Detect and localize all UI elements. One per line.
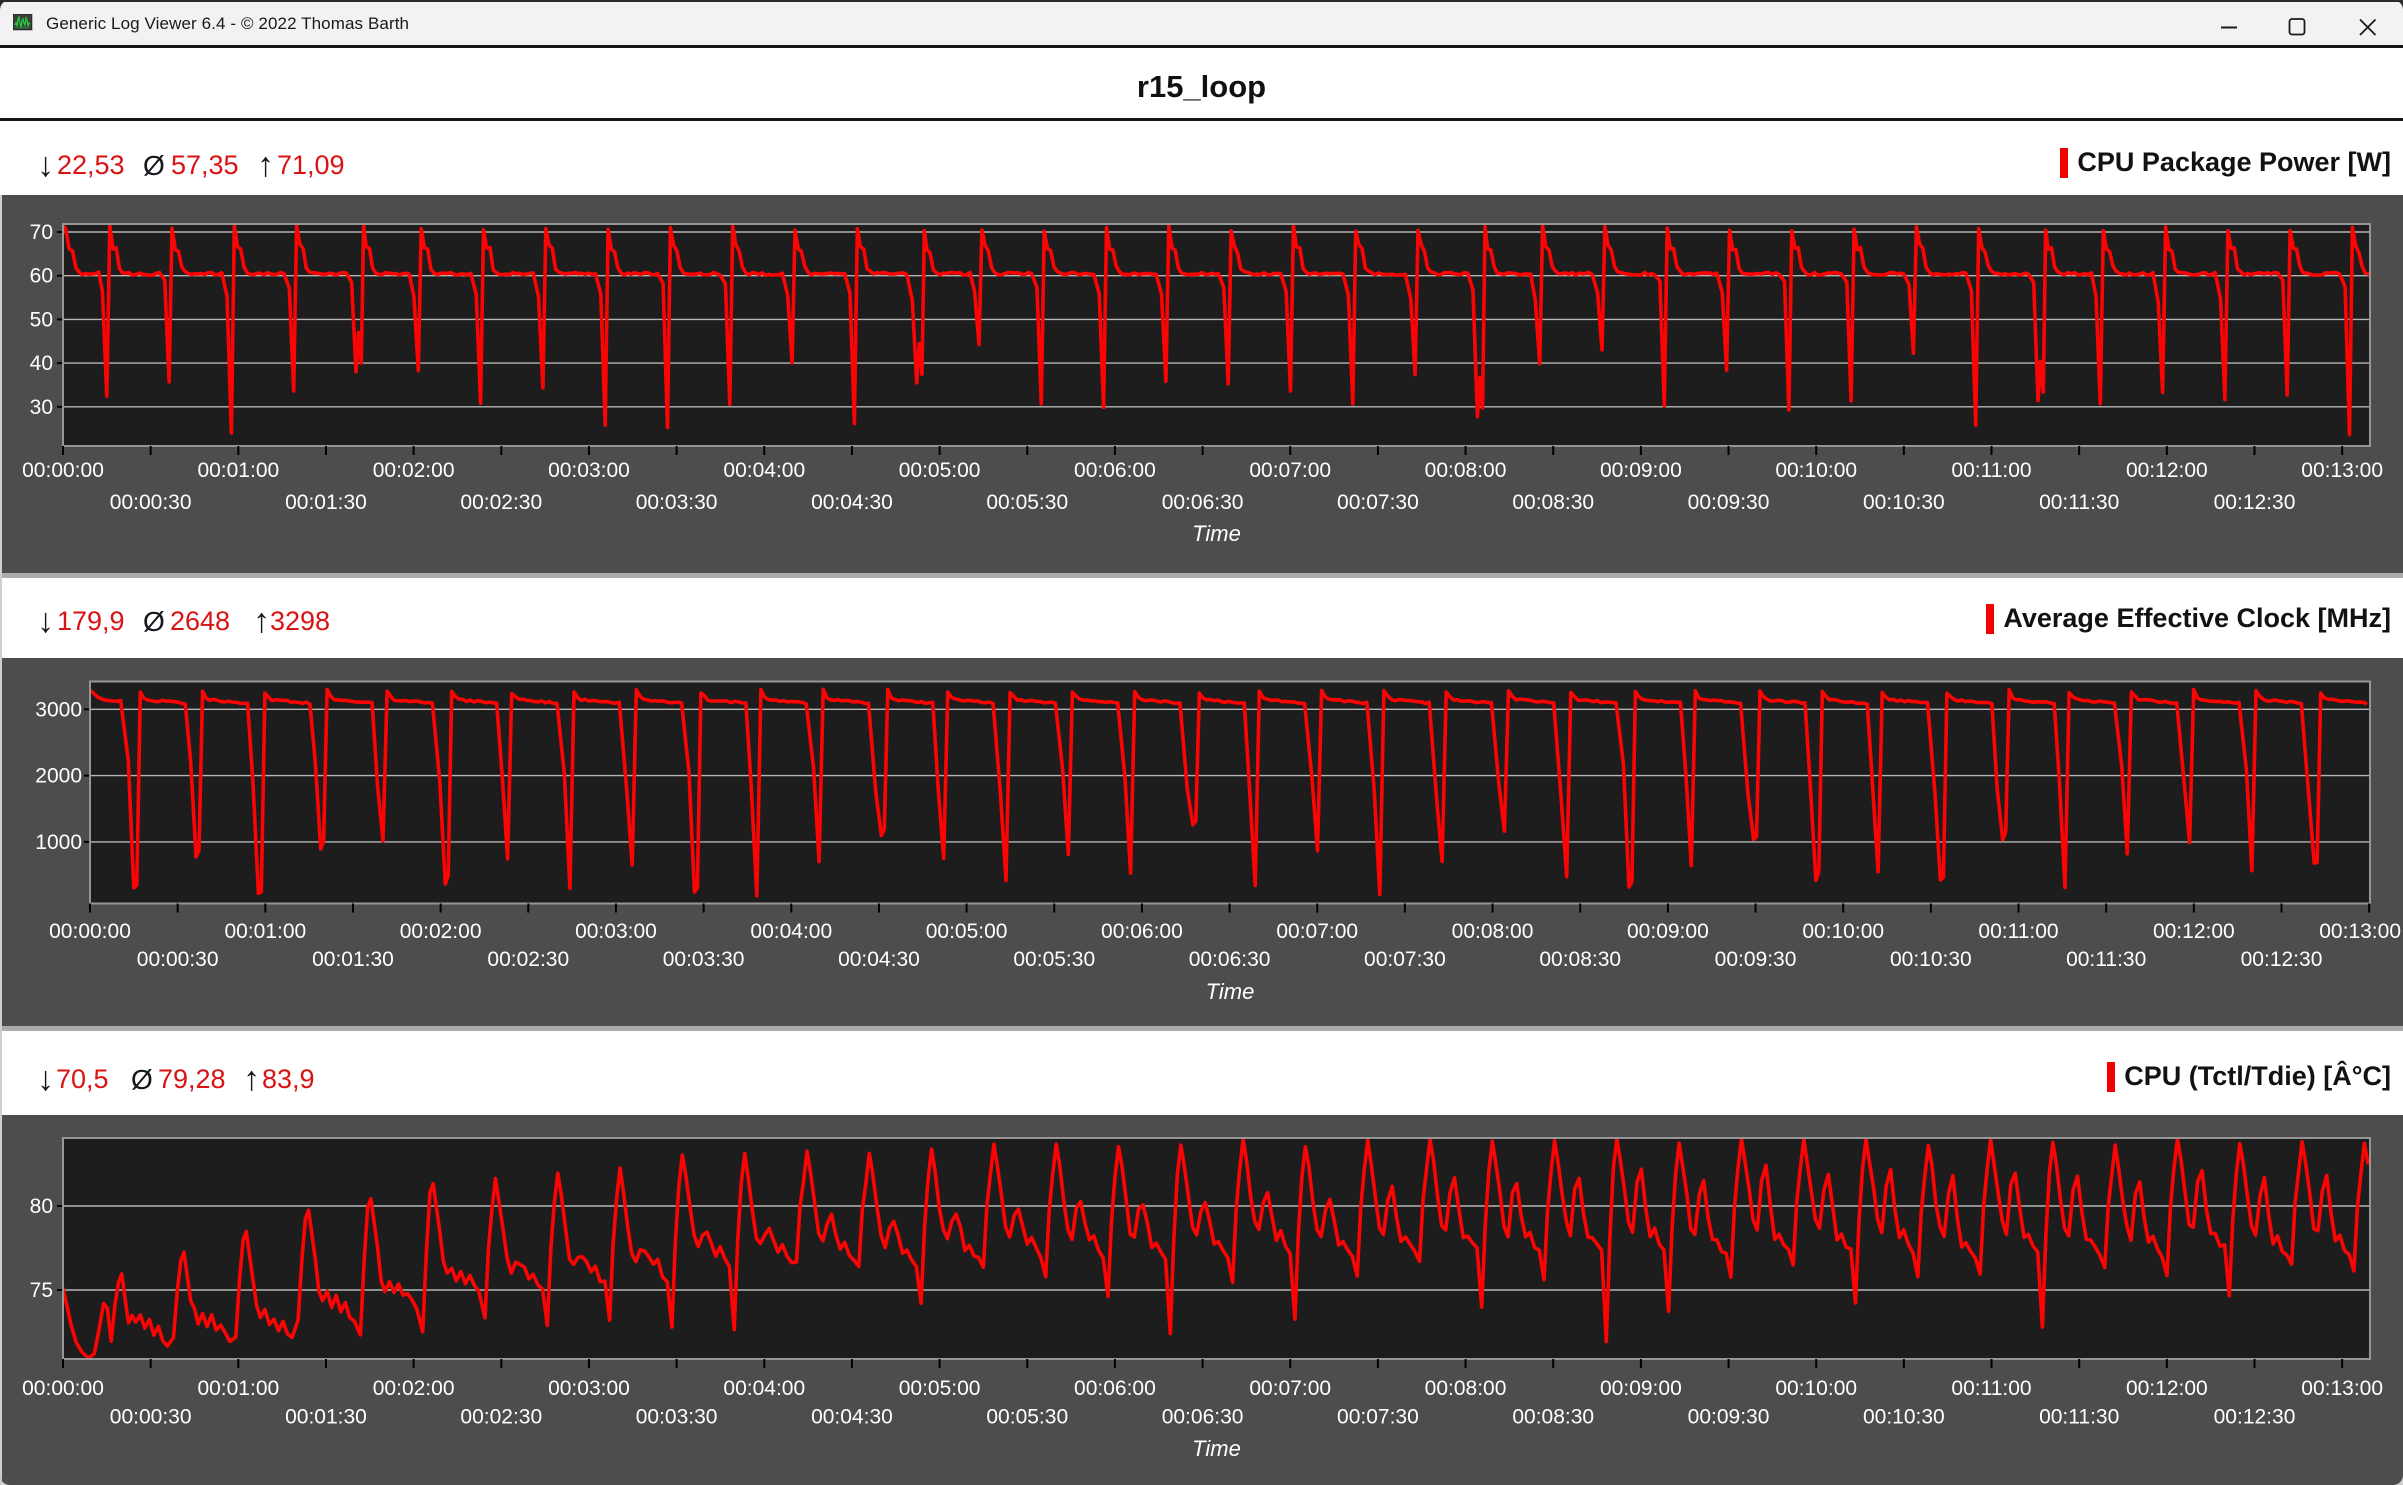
svg-text:00:03:00: 00:03:00 [548, 459, 630, 482]
svg-text:60: 60 [30, 265, 53, 288]
svg-text:00:01:30: 00:01:30 [285, 491, 367, 514]
svg-text:00:08:30: 00:08:30 [1512, 1406, 1594, 1429]
svg-text:00:10:00: 00:10:00 [1802, 920, 1884, 943]
svg-text:00:12:00: 00:12:00 [2126, 1377, 2208, 1400]
svg-text:00:12:30: 00:12:30 [2214, 1406, 2296, 1429]
svg-text:00:08:00: 00:08:00 [1452, 920, 1534, 943]
svg-text:00:02:30: 00:02:30 [487, 948, 569, 971]
svg-text:00:11:30: 00:11:30 [2066, 948, 2146, 971]
svg-text:00:06:30: 00:06:30 [1162, 1406, 1244, 1429]
svg-text:00:03:00: 00:03:00 [548, 1377, 630, 1400]
svg-text:00:00:00: 00:00:00 [49, 920, 131, 943]
svg-text:00:12:00: 00:12:00 [2126, 459, 2208, 482]
svg-text:00:04:30: 00:04:30 [811, 1406, 893, 1429]
svg-text:Time: Time [1192, 1436, 1241, 1461]
svg-text:00:05:30: 00:05:30 [1013, 948, 1095, 971]
svg-text:30: 30 [30, 396, 53, 419]
svg-text:1000: 1000 [35, 831, 82, 854]
svg-text:00:02:30: 00:02:30 [460, 491, 542, 514]
svg-text:00:12:30: 00:12:30 [2214, 491, 2296, 514]
svg-text:Time: Time [1206, 979, 1255, 1004]
svg-text:00:12:30: 00:12:30 [2241, 948, 2323, 971]
svg-text:80: 80 [30, 1195, 53, 1218]
svg-text:00:03:30: 00:03:30 [636, 1406, 718, 1429]
svg-text:00:07:30: 00:07:30 [1337, 1406, 1419, 1429]
svg-text:00:12:00: 00:12:00 [2153, 920, 2235, 943]
svg-text:00:04:30: 00:04:30 [838, 948, 920, 971]
svg-text:00:09:00: 00:09:00 [1627, 920, 1709, 943]
svg-text:Time: Time [1192, 521, 1241, 546]
svg-text:00:13:00: 00:13:00 [2301, 459, 2383, 482]
svg-text:00:03:30: 00:03:30 [636, 491, 718, 514]
svg-text:00:03:00: 00:03:00 [575, 920, 657, 943]
svg-text:00:08:30: 00:08:30 [1512, 491, 1594, 514]
svg-text:75: 75 [30, 1279, 53, 1302]
svg-text:00:10:30: 00:10:30 [1890, 948, 1972, 971]
svg-text:3000: 3000 [35, 698, 82, 721]
svg-text:00:06:00: 00:06:00 [1074, 459, 1156, 482]
svg-text:00:10:00: 00:10:00 [1775, 1377, 1857, 1400]
svg-text:00:08:30: 00:08:30 [1539, 948, 1621, 971]
svg-text:00:01:00: 00:01:00 [224, 920, 306, 943]
svg-text:00:09:30: 00:09:30 [1715, 948, 1797, 971]
svg-text:00:00:00: 00:00:00 [22, 1377, 104, 1400]
svg-text:00:13:00: 00:13:00 [2301, 1377, 2383, 1400]
svg-text:00:02:00: 00:02:00 [373, 459, 455, 482]
svg-text:00:10:00: 00:10:00 [1775, 459, 1857, 482]
svg-text:00:00:30: 00:00:30 [110, 491, 192, 514]
svg-text:00:06:30: 00:06:30 [1189, 948, 1271, 971]
svg-text:00:04:00: 00:04:00 [723, 1377, 805, 1400]
svg-text:00:02:00: 00:02:00 [400, 920, 482, 943]
svg-text:50: 50 [30, 308, 53, 331]
svg-text:00:00:30: 00:00:30 [110, 1406, 192, 1429]
svg-text:00:01:30: 00:01:30 [312, 948, 394, 971]
svg-text:00:07:00: 00:07:00 [1276, 920, 1358, 943]
svg-text:00:07:00: 00:07:00 [1249, 1377, 1331, 1400]
svg-text:00:08:00: 00:08:00 [1425, 1377, 1507, 1400]
svg-text:00:09:30: 00:09:30 [1688, 1406, 1770, 1429]
svg-text:00:09:00: 00:09:00 [1600, 459, 1682, 482]
svg-text:70: 70 [30, 221, 53, 244]
svg-text:00:01:30: 00:01:30 [285, 1406, 367, 1429]
svg-text:00:07:30: 00:07:30 [1337, 491, 1419, 514]
svg-text:2000: 2000 [35, 765, 82, 788]
svg-text:00:04:00: 00:04:00 [750, 920, 832, 943]
svg-text:00:05:00: 00:05:00 [899, 459, 981, 482]
svg-text:00:05:30: 00:05:30 [986, 491, 1068, 514]
svg-text:00:03:30: 00:03:30 [663, 948, 745, 971]
svg-text:00:07:30: 00:07:30 [1364, 948, 1446, 971]
svg-text:00:05:00: 00:05:00 [899, 1377, 981, 1400]
svg-text:00:05:30: 00:05:30 [986, 1406, 1068, 1429]
svg-text:00:00:00: 00:00:00 [22, 459, 104, 482]
svg-text:40: 40 [30, 352, 53, 375]
svg-text:00:06:00: 00:06:00 [1074, 1377, 1156, 1400]
svg-text:00:00:30: 00:00:30 [137, 948, 219, 971]
svg-text:00:09:00: 00:09:00 [1600, 1377, 1682, 1400]
svg-text:00:07:00: 00:07:00 [1249, 459, 1331, 482]
svg-text:00:09:30: 00:09:30 [1688, 491, 1770, 514]
svg-text:00:13:00: 00:13:00 [2319, 920, 2401, 943]
svg-text:00:11:00: 00:11:00 [1978, 920, 2058, 943]
svg-text:00:04:30: 00:04:30 [811, 491, 893, 514]
svg-text:00:11:30: 00:11:30 [2039, 491, 2119, 514]
svg-text:00:06:00: 00:06:00 [1101, 920, 1183, 943]
svg-text:00:11:00: 00:11:00 [1951, 459, 2031, 482]
svg-text:00:10:30: 00:10:30 [1863, 1406, 1945, 1429]
svg-text:00:02:30: 00:02:30 [460, 1406, 542, 1429]
svg-text:00:06:30: 00:06:30 [1162, 491, 1244, 514]
svg-text:00:10:30: 00:10:30 [1863, 491, 1945, 514]
svg-text:00:08:00: 00:08:00 [1425, 459, 1507, 482]
svg-text:00:04:00: 00:04:00 [723, 459, 805, 482]
svg-text:00:02:00: 00:02:00 [373, 1377, 455, 1400]
svg-text:00:05:00: 00:05:00 [926, 920, 1008, 943]
svg-text:00:01:00: 00:01:00 [197, 459, 279, 482]
svg-text:00:11:00: 00:11:00 [1951, 1377, 2031, 1400]
svg-text:00:11:30: 00:11:30 [2039, 1406, 2119, 1429]
svg-text:00:01:00: 00:01:00 [197, 1377, 279, 1400]
